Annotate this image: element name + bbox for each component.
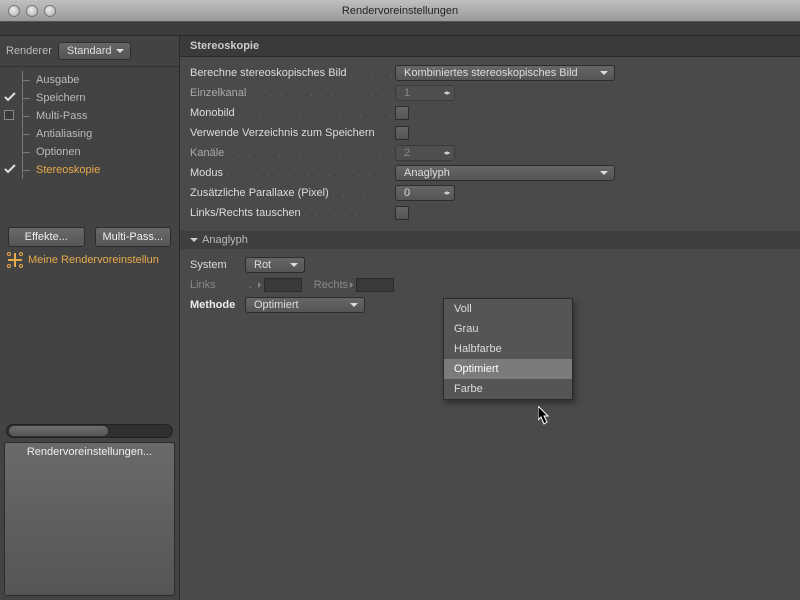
renderer-dropdown[interactable]: Standard: [58, 42, 131, 60]
window-title: Rendervoreinstellungen: [0, 5, 800, 17]
preset-row[interactable]: Meine Rendervoreinstellun: [0, 247, 179, 277]
zoom-window-button[interactable]: [44, 5, 56, 17]
row-label: Verwende Verzeichnis zum Speichern: [190, 127, 395, 139]
method-dropdown-menu[interactable]: Voll Grau Halbfarbe Optimiert Farbe: [443, 298, 573, 400]
row-label: Kanäle . . . . . . . . . . . . . . . . .…: [190, 147, 395, 159]
row-mode: Modus . . . . . . . . . . . . . . . . . …: [190, 163, 790, 183]
tree-item-optionen[interactable]: Optionen: [0, 143, 179, 161]
renderer-label: Renderer: [6, 45, 52, 57]
tree-item-stereoskopie[interactable]: Stereoskopie: [0, 161, 179, 179]
checkbox-empty-icon: [4, 110, 14, 120]
content-panel: Stereoskopie Berechne stereoskopisches B…: [180, 36, 800, 600]
row-label: Einzelkanal . . . . . . . . . . . . . . …: [190, 87, 395, 99]
tree-item-multipass[interactable]: Multi-Pass: [0, 107, 179, 125]
row-links-rechts: Links . Rechts: [190, 275, 790, 295]
disclosure-triangle-icon: [190, 238, 198, 246]
rechts-colorwell: [356, 278, 394, 292]
toolbar-rail: [0, 22, 800, 36]
row-label: Berechne stereoskopisches Bild . . . . .: [190, 67, 395, 79]
window-controls: [8, 5, 56, 17]
method-dropdown[interactable]: Optimiert: [245, 297, 365, 313]
tree-item-antialiasing[interactable]: Antialiasing: [0, 125, 179, 143]
channels-field: 2: [395, 145, 455, 161]
calc-stereo-dropdown[interactable]: Kombiniertes stereoskopisches Bild: [395, 65, 615, 81]
row-monobild: Monobild . . . . . . . . . . . . . . . .: [190, 103, 790, 123]
mouse-cursor-icon: [538, 406, 552, 426]
menu-item-grau[interactable]: Grau: [444, 319, 572, 339]
check-icon: [4, 163, 16, 175]
anaglyph-subheading[interactable]: Anaglyph: [180, 231, 800, 249]
method-label: Methode: [190, 299, 245, 311]
menu-item-farbe[interactable]: Farbe: [444, 379, 572, 399]
renderer-row: Renderer Standard: [0, 36, 179, 67]
close-window-button[interactable]: [8, 5, 20, 17]
tree-label: Multi-Pass: [20, 110, 87, 122]
system-dropdown[interactable]: Rot: [245, 257, 305, 273]
minimize-window-button[interactable]: [26, 5, 38, 17]
swap-lr-checkbox[interactable]: [395, 206, 409, 220]
sidebar-buttons: Effekte... Multi-Pass...: [0, 221, 179, 247]
row-calc-stereo: Berechne stereoskopisches Bild . . . . .…: [190, 63, 790, 83]
preset-icon: [8, 253, 22, 267]
monobild-checkbox[interactable]: [395, 106, 409, 120]
scroll-thumb[interactable]: [9, 426, 108, 436]
row-label: System: [190, 259, 245, 271]
preset-label: Meine Rendervoreinstellun: [28, 254, 159, 266]
tree-label: Stereoskopie: [20, 164, 100, 176]
parallax-field[interactable]: 0: [395, 185, 455, 201]
renderer-value: Standard: [67, 45, 112, 57]
row-swap-lr: Links/Rechts tauschen . . . . . . .: [190, 203, 790, 223]
window-body: Renderer Standard Ausgabe Speichern: [0, 36, 800, 600]
sidebar-hscroll[interactable]: [6, 424, 173, 438]
menu-item-optimiert[interactable]: Optimiert: [444, 359, 572, 379]
row-label: Links/Rechts tauschen . . . . . . .: [190, 207, 395, 219]
tree-item-ausgabe[interactable]: Ausgabe: [0, 71, 179, 89]
tree-label: Antialiasing: [20, 128, 92, 140]
menu-item-voll[interactable]: Voll: [444, 299, 572, 319]
settings-tree: Ausgabe Speichern Multi-Pass Antialiasin…: [0, 67, 179, 221]
row-label: Modus . . . . . . . . . . . . . . . . . …: [190, 167, 395, 179]
section-heading: Stereoskopie: [180, 36, 800, 57]
row-channels: Kanäle . . . . . . . . . . . . . . . . .…: [190, 143, 790, 163]
links-label: Links: [190, 279, 245, 291]
row-system: System Rot: [190, 255, 790, 275]
row-use-path: Verwende Verzeichnis zum Speichern: [190, 123, 790, 143]
render-settings-window: Rendervoreinstellungen Renderer Standard…: [0, 0, 800, 600]
mode-dropdown[interactable]: Anaglyph: [395, 165, 615, 181]
effects-button[interactable]: Effekte...: [8, 227, 85, 247]
row-parallax: Zusätzliche Parallaxe (Pixel) . . . . 0: [190, 183, 790, 203]
links-colorwell: [264, 278, 302, 292]
rechts-label: Rechts: [314, 279, 348, 291]
titlebar[interactable]: Rendervoreinstellungen: [0, 0, 800, 22]
settings-rows: Berechne stereoskopisches Bild . . . . .…: [180, 57, 800, 229]
subheading-label: Anaglyph: [202, 234, 248, 246]
row-single-channel: Einzelkanal . . . . . . . . . . . . . . …: [190, 83, 790, 103]
check-icon: [4, 91, 16, 103]
row-label: Zusätzliche Parallaxe (Pixel) . . . .: [190, 187, 395, 199]
multipass-button[interactable]: Multi-Pass...: [95, 227, 172, 247]
single-channel-field: 1: [395, 85, 455, 101]
row-label: Monobild . . . . . . . . . . . . . . . .: [190, 107, 395, 119]
use-path-checkbox[interactable]: [395, 126, 409, 140]
tree-item-speichern[interactable]: Speichern: [0, 89, 179, 107]
render-presets-button[interactable]: Rendervoreinstellungen...: [4, 442, 175, 596]
menu-item-halbfarbe[interactable]: Halbfarbe: [444, 339, 572, 359]
sidebar: Renderer Standard Ausgabe Speichern: [0, 36, 180, 600]
